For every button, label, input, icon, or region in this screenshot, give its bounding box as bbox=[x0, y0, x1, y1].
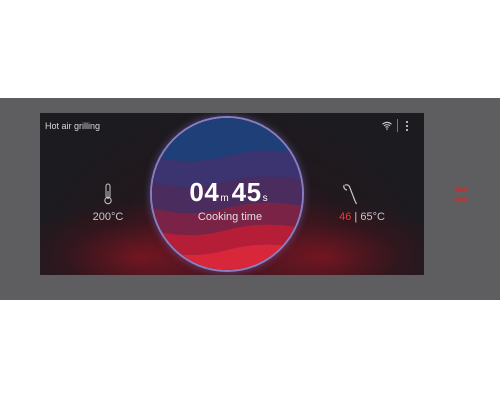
probe-separator: | bbox=[351, 211, 361, 223]
oven-display-screen: Hot air grilling 04m 45s Cooking time 200… bbox=[40, 113, 424, 275]
header-divider bbox=[397, 119, 398, 132]
timer-seconds: 45 bbox=[231, 177, 262, 207]
meat-probe-icon[interactable] bbox=[342, 183, 358, 205]
start-action[interactable]: start bbox=[454, 186, 484, 195]
probe-target-temp: 65°C bbox=[360, 211, 385, 223]
wifi-icon[interactable] bbox=[382, 121, 392, 130]
oven-temperature-value[interactable]: 200°C bbox=[82, 211, 134, 223]
meat-probe-temperature[interactable]: 46 | 65°C bbox=[332, 211, 392, 223]
timer-seconds-unit: s bbox=[262, 193, 268, 204]
thermometer-icon[interactable] bbox=[103, 183, 113, 205]
timer-minutes-unit: m bbox=[220, 193, 229, 204]
timer-minutes: 04 bbox=[189, 177, 220, 207]
side-action-list: start stop bbox=[454, 186, 484, 204]
probe-current-temp: 46 bbox=[339, 211, 352, 223]
cooking-time-readout[interactable]: 04m 45s bbox=[180, 177, 280, 208]
stop-action[interactable]: stop bbox=[454, 195, 484, 204]
cooking-time-label: Cooking time bbox=[197, 211, 263, 223]
more-vertical-icon[interactable] bbox=[404, 120, 410, 132]
mode-title[interactable]: Hot air grilling bbox=[45, 121, 100, 131]
